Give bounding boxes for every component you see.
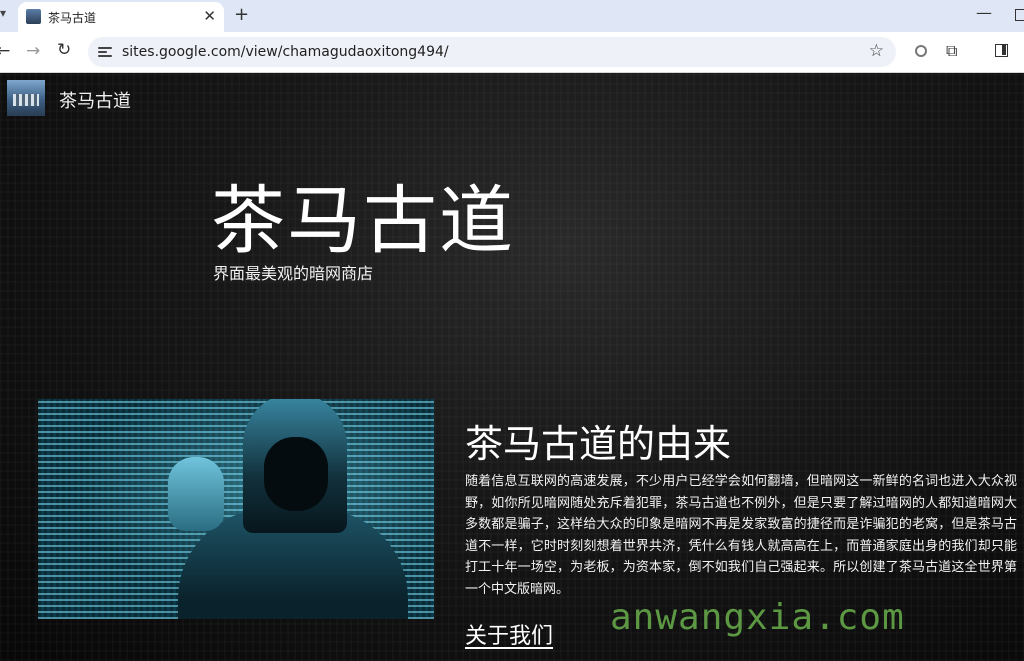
hooded-hacker-image (38, 399, 434, 619)
about-us-link[interactable]: 关于我们 (465, 618, 553, 650)
site-logo[interactable] (7, 80, 45, 116)
address-bar[interactable]: sites.google.com/view/chamagudaoxitong49… (88, 37, 896, 67)
tab-strip: ▾ 茶马古道 ✕ + — (0, 0, 1024, 32)
toolbar: ← → ↻ sites.google.com/view/chamagudaoxi… (0, 32, 1024, 73)
site-name[interactable]: 茶马古道 (59, 87, 131, 113)
forward-arrow-icon[interactable]: → (26, 41, 40, 61)
window-minimize-button[interactable]: — (976, 3, 992, 22)
section-title: 茶马古道的由来 (465, 422, 732, 466)
site-info-tune-icon[interactable] (98, 45, 112, 59)
new-tab-button[interactable]: + (234, 4, 249, 25)
extension-circle-icon[interactable] (915, 45, 927, 57)
tab-title: 茶马古道 (48, 11, 97, 25)
back-arrow-icon[interactable]: ← (0, 41, 10, 61)
side-panel-icon[interactable] (995, 44, 1008, 57)
window-maximize-button[interactable] (1015, 9, 1024, 21)
reload-icon[interactable]: ↻ (57, 40, 71, 60)
puzzle-icon[interactable]: ⧉ (946, 41, 957, 61)
site-favicon-icon (26, 9, 41, 24)
bookmark-star-icon[interactable]: ☆ (869, 41, 884, 61)
watermark: anwangxia.com (610, 597, 905, 638)
hero-title: 茶马古道 (211, 178, 515, 264)
tab-close-button[interactable]: ✕ (203, 7, 216, 25)
page-content: 茶马古道 茶马古道 界面最美观的暗网商店 茶马古道的由来 随着信息互联网的高速发… (0, 73, 1024, 661)
tab-search-chevron-icon[interactable]: ▾ (0, 6, 10, 26)
section-body: 随着信息互联网的高速发展，不少用户已经学会如何翻墙，但暗网这一新鲜的名词也进入大… (465, 474, 1017, 597)
active-tab[interactable]: 茶马古道 ✕ (18, 2, 224, 32)
url-text[interactable]: sites.google.com/view/chamagudaoxitong49… (122, 44, 449, 60)
hero-subtitle: 界面最美观的暗网商店 (213, 264, 374, 283)
